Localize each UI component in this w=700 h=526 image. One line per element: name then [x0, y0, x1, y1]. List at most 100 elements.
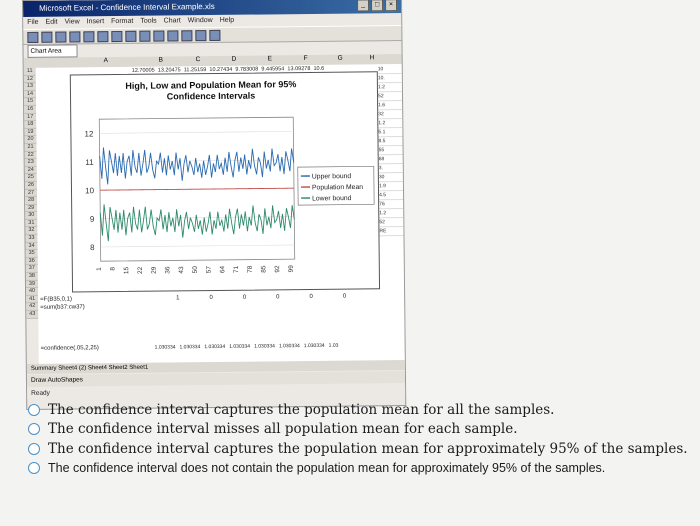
row-header[interactable]: 37 — [25, 265, 38, 274]
row-header[interactable]: 25 — [24, 174, 37, 182]
cell-right-column[interactable]: 4.5 — [379, 191, 404, 201]
row-header[interactable]: 14 — [23, 90, 37, 99]
help-icon[interactable] — [209, 29, 221, 41]
save-icon[interactable] — [55, 31, 67, 43]
menu-format[interactable]: Format — [111, 16, 133, 28]
menu-view[interactable]: View — [65, 16, 80, 28]
cell-row-42[interactable]: 1.030334 — [155, 344, 176, 350]
cut-icon[interactable] — [111, 30, 123, 42]
cell-row-37[interactable]: 0 — [309, 294, 312, 300]
row-header[interactable]: 26 — [24, 181, 37, 190]
row-header[interactable]: 40 — [26, 288, 39, 296]
row-header[interactable]: 15 — [24, 98, 37, 106]
cell-row-42[interactable]: 1.030334 — [204, 344, 225, 350]
cell-row-37[interactable]: 0 — [243, 295, 246, 301]
option-3[interactable]: The confidence interval captures the pop… — [28, 439, 688, 459]
minimize-button[interactable]: _ — [357, 0, 370, 12]
cell-row-42[interactable]: 1.030334 — [304, 343, 325, 349]
preview-icon[interactable] — [83, 30, 95, 42]
row-header[interactable]: 35 — [25, 250, 38, 258]
row-header[interactable]: 29 — [25, 204, 38, 213]
row-header[interactable]: 30 — [25, 212, 38, 220]
row-header[interactable]: 32 — [25, 227, 38, 236]
cell-right-column[interactable]: RE — [379, 227, 404, 237]
cell-right-column[interactable]: 1.2 — [379, 209, 404, 219]
cell-right-column[interactable]: 55 — [378, 146, 403, 156]
row-header[interactable]: 23 — [24, 158, 37, 167]
row-header[interactable]: 24 — [24, 166, 37, 175]
row-header[interactable]: 20 — [24, 136, 37, 144]
cell-right-column[interactable]: 5.1 — [378, 128, 403, 138]
radio-button-4[interactable] — [28, 462, 40, 475]
option-2[interactable]: The confidence interval misses all popul… — [28, 420, 688, 440]
draw-menu[interactable]: Draw AutoShapes — [31, 376, 83, 384]
cell-right-column[interactable]: 1.2 — [378, 119, 403, 129]
cell-row-37[interactable]: 0 — [343, 294, 346, 300]
cell-right-column[interactable]: 30 — [378, 173, 403, 183]
option-1[interactable]: The confidence interval captures the pop… — [28, 400, 688, 420]
sort-icon[interactable] — [181, 29, 193, 41]
row-header[interactable]: 39 — [25, 280, 39, 289]
row-header[interactable]: 38 — [25, 272, 38, 281]
cell-row-37[interactable]: 0 — [209, 295, 212, 301]
cell-row-42[interactable]: 1.030334 — [279, 343, 300, 349]
col-header-f[interactable]: F — [304, 55, 308, 62]
row-header[interactable]: 41 — [26, 295, 39, 304]
cell-right-column[interactable]: 52 — [379, 218, 404, 228]
col-header-a[interactable]: A — [104, 57, 108, 64]
col-header-g[interactable]: G — [338, 55, 343, 62]
row-header[interactable]: 22 — [24, 151, 37, 160]
zoom-icon[interactable] — [195, 29, 207, 41]
cell-right-column[interactable]: 10 — [377, 65, 402, 75]
paste-icon[interactable] — [139, 30, 151, 42]
cell-row-42[interactable]: 1.03 — [329, 343, 339, 349]
row-header[interactable]: 19 — [24, 128, 37, 137]
radio-button-1[interactable] — [28, 403, 40, 416]
cell-a37[interactable]: =F(B35,0,1) — [40, 296, 72, 302]
cell-right-column[interactable]: 76 — [379, 200, 404, 210]
sheet-tab-list[interactable]: Summary Sheet4 (2) Sheet4 Sheet2 Sheet1 — [31, 365, 148, 372]
row-header[interactable]: 36 — [25, 257, 38, 266]
close-button[interactable]: × — [385, 0, 398, 12]
row-header[interactable]: 13 — [23, 83, 36, 91]
cell-a42[interactable]: =confidence(.05,2,25) — [41, 345, 99, 352]
cell-right-column[interactable]: 52 — [377, 92, 403, 102]
cell-row-42[interactable]: 1.030334 — [254, 343, 275, 349]
cell-a38[interactable]: =sum(b37:cw37) — [40, 304, 85, 310]
cell-row-42[interactable]: 1.030334 — [229, 344, 250, 350]
cell-row-37[interactable]: 0 — [276, 294, 279, 300]
cell-right-column[interactable]: 8.5 — [378, 137, 403, 147]
menu-help[interactable]: Help — [220, 15, 235, 27]
row-header[interactable]: 18 — [24, 121, 37, 129]
undo-icon[interactable] — [153, 30, 165, 42]
new-icon[interactable] — [27, 31, 39, 43]
cell-right-column[interactable]: 10. — [377, 74, 402, 84]
row-header[interactable]: 33 — [25, 234, 38, 243]
cell-right-column[interactable]: 3. — [378, 164, 403, 174]
row-header[interactable]: 21 — [24, 143, 37, 152]
row-header[interactable]: 34 — [25, 242, 38, 251]
row-header[interactable]: 16 — [24, 105, 37, 114]
menu-insert[interactable]: Insert — [87, 16, 105, 28]
row-header[interactable]: 11 — [23, 67, 36, 76]
row-header[interactable]: 12 — [23, 75, 36, 84]
print-icon[interactable] — [69, 30, 81, 43]
menu-file[interactable]: File — [27, 17, 38, 29]
col-header-h[interactable]: H — [370, 54, 375, 61]
name-box[interactable]: Chart Area — [27, 44, 78, 58]
copy-icon[interactable] — [125, 30, 137, 42]
row-header[interactable]: 31 — [25, 219, 38, 228]
cell-right-column[interactable]: 68 — [378, 155, 403, 165]
row-header[interactable]: 42 — [26, 303, 39, 311]
cell-right-column[interactable]: 1.9 — [378, 182, 404, 192]
row-header[interactable]: 27 — [24, 189, 38, 198]
radio-button-2[interactable] — [28, 423, 40, 436]
cell-row-42[interactable]: 1.030334 — [179, 344, 200, 350]
row-header[interactable]: 17 — [24, 113, 37, 122]
col-header-b[interactable]: B — [159, 57, 163, 64]
cell-right-column[interactable]: 1.6 — [378, 101, 403, 111]
col-header-c[interactable]: C — [196, 56, 201, 63]
cell-row-37[interactable]: 1 — [176, 295, 179, 301]
spell-icon[interactable] — [97, 30, 109, 42]
menu-chart[interactable]: Chart — [164, 15, 181, 27]
